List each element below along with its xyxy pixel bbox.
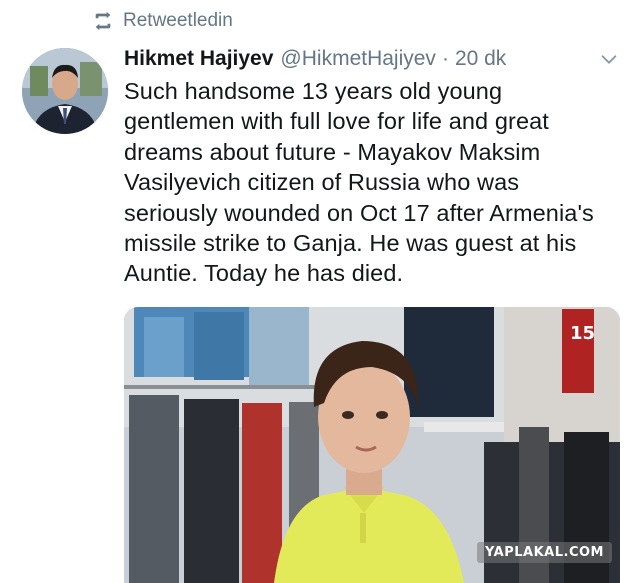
avatar[interactable] xyxy=(22,48,108,134)
author-name[interactable]: Hikmet Hajiyev xyxy=(124,47,273,71)
retweet-indicator: Retweetledin xyxy=(92,8,233,34)
chevron-down-icon[interactable] xyxy=(598,48,620,70)
tweet-time[interactable]: 20 dk xyxy=(455,47,506,71)
author-handle[interactable]: @HikmetHajiyev xyxy=(280,47,436,71)
tweet-header: Hikmet Hajiyev @HikmetHajiyev · 20 dk xyxy=(124,44,626,74)
retweet-icon xyxy=(95,11,111,31)
tweet-text: Such handsome 13 years old young gentlem… xyxy=(124,78,594,287)
watermark-text: YAPLAKAL.COM xyxy=(477,542,612,563)
store-sign-text: 15 xyxy=(570,323,595,344)
retweet-label: Retweetledin xyxy=(123,10,233,31)
tweet-media-photo[interactable]: 15 YAPLAKAL.COM xyxy=(124,307,620,583)
separator-dot: · xyxy=(441,47,449,70)
